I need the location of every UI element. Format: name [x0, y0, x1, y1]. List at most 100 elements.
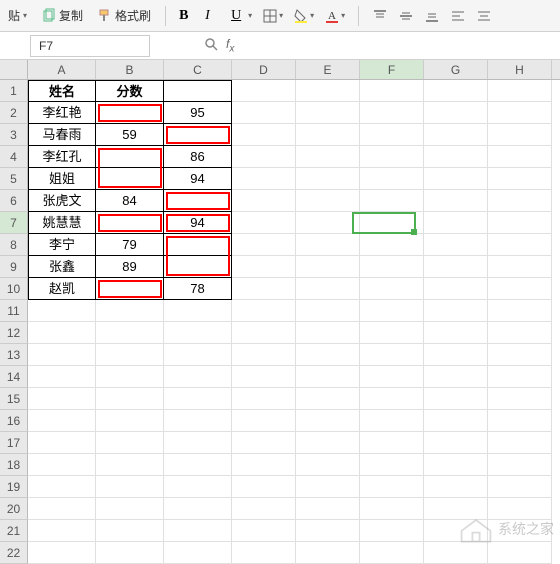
cell-F13[interactable]	[360, 344, 424, 366]
cell-C19[interactable]	[164, 476, 232, 498]
format-painter-button[interactable]: 格式刷	[93, 5, 155, 26]
cell-H13[interactable]	[488, 344, 552, 366]
cell-C7[interactable]: 94	[164, 212, 232, 234]
cell-E7[interactable]	[296, 212, 360, 234]
row-header[interactable]: 22	[0, 542, 28, 564]
col-header-D[interactable]: D	[232, 60, 296, 79]
cell-A18[interactable]	[28, 454, 96, 476]
cell-F21[interactable]	[360, 520, 424, 542]
cell-E10[interactable]	[296, 278, 360, 300]
cell-A11[interactable]	[28, 300, 96, 322]
row-header[interactable]: 7	[0, 212, 28, 234]
col-header-H[interactable]: H	[488, 60, 552, 79]
cell-F16[interactable]	[360, 410, 424, 432]
cell-D22[interactable]	[232, 542, 296, 564]
cell-C5[interactable]: 94	[164, 168, 232, 190]
cell-A4[interactable]: 李红孔	[28, 146, 96, 168]
cell-F12[interactable]	[360, 322, 424, 344]
cell-G3[interactable]	[424, 124, 488, 146]
cell-H22[interactable]	[488, 542, 552, 564]
row-header[interactable]: 20	[0, 498, 28, 520]
cell-D6[interactable]	[232, 190, 296, 212]
cell-B14[interactable]	[96, 366, 164, 388]
underline-button[interactable]: U▾	[228, 6, 255, 26]
cell-H4[interactable]	[488, 146, 552, 168]
cell-E17[interactable]	[296, 432, 360, 454]
row-header[interactable]: 6	[0, 190, 28, 212]
italic-button[interactable]: I	[202, 6, 224, 26]
spreadsheet-grid[interactable]: A B C D E F G H 1姓名分数2李红艳953马春雨594李红孔865…	[0, 60, 560, 564]
cell-G5[interactable]	[424, 168, 488, 190]
cell-B1[interactable]: 分数	[96, 80, 164, 102]
cell-C12[interactable]	[164, 322, 232, 344]
cell-G15[interactable]	[424, 388, 488, 410]
cell-A2[interactable]: 李红艳	[28, 102, 96, 124]
cell-H8[interactable]	[488, 234, 552, 256]
cell-F11[interactable]	[360, 300, 424, 322]
col-header-G[interactable]: G	[424, 60, 488, 79]
cell-G17[interactable]	[424, 432, 488, 454]
cell-G10[interactable]	[424, 278, 488, 300]
cell-E12[interactable]	[296, 322, 360, 344]
cell-B3[interactable]: 59	[96, 124, 164, 146]
row-header[interactable]: 19	[0, 476, 28, 498]
cell-A20[interactable]	[28, 498, 96, 520]
cell-C1[interactable]	[164, 80, 232, 102]
row-header[interactable]: 14	[0, 366, 28, 388]
cell-F20[interactable]	[360, 498, 424, 520]
cell-G9[interactable]	[424, 256, 488, 278]
cell-E13[interactable]	[296, 344, 360, 366]
cell-A12[interactable]	[28, 322, 96, 344]
col-header-B[interactable]: B	[96, 60, 164, 79]
cell-D9[interactable]	[232, 256, 296, 278]
cell-D12[interactable]	[232, 322, 296, 344]
cell-F5[interactable]	[360, 168, 424, 190]
cell-B6[interactable]: 84	[96, 190, 164, 212]
align-center-button[interactable]	[473, 6, 495, 26]
cell-B22[interactable]	[96, 542, 164, 564]
cell-C2[interactable]: 95	[164, 102, 232, 124]
cell-C8[interactable]	[164, 234, 232, 256]
cell-C6[interactable]	[164, 190, 232, 212]
cell-E1[interactable]	[296, 80, 360, 102]
cell-E11[interactable]	[296, 300, 360, 322]
cell-G16[interactable]	[424, 410, 488, 432]
cell-F17[interactable]	[360, 432, 424, 454]
cell-G4[interactable]	[424, 146, 488, 168]
cell-H18[interactable]	[488, 454, 552, 476]
cell-F1[interactable]	[360, 80, 424, 102]
cell-A3[interactable]: 马春雨	[28, 124, 96, 146]
cell-E2[interactable]	[296, 102, 360, 124]
cell-G19[interactable]	[424, 476, 488, 498]
cell-B16[interactable]	[96, 410, 164, 432]
cell-E5[interactable]	[296, 168, 360, 190]
cell-B5[interactable]	[96, 168, 164, 190]
row-header[interactable]: 13	[0, 344, 28, 366]
cell-G14[interactable]	[424, 366, 488, 388]
cell-B9[interactable]: 89	[96, 256, 164, 278]
cell-A7[interactable]: 姚慧慧	[28, 212, 96, 234]
cell-D18[interactable]	[232, 454, 296, 476]
align-left-button[interactable]	[447, 6, 469, 26]
cell-C18[interactable]	[164, 454, 232, 476]
col-header-C[interactable]: C	[164, 60, 232, 79]
cell-C9[interactable]	[164, 256, 232, 278]
cell-H10[interactable]	[488, 278, 552, 300]
cell-F10[interactable]	[360, 278, 424, 300]
row-header[interactable]: 8	[0, 234, 28, 256]
cell-G6[interactable]	[424, 190, 488, 212]
cell-D3[interactable]	[232, 124, 296, 146]
cell-E8[interactable]	[296, 234, 360, 256]
cell-D20[interactable]	[232, 498, 296, 520]
cell-G22[interactable]	[424, 542, 488, 564]
cell-B11[interactable]	[96, 300, 164, 322]
cell-E18[interactable]	[296, 454, 360, 476]
cell-D10[interactable]	[232, 278, 296, 300]
cell-A9[interactable]: 张鑫	[28, 256, 96, 278]
cell-F7[interactable]	[360, 212, 424, 234]
cell-F14[interactable]	[360, 366, 424, 388]
cell-B15[interactable]	[96, 388, 164, 410]
cell-A1[interactable]: 姓名	[28, 80, 96, 102]
cell-C4[interactable]: 86	[164, 146, 232, 168]
cell-H15[interactable]	[488, 388, 552, 410]
